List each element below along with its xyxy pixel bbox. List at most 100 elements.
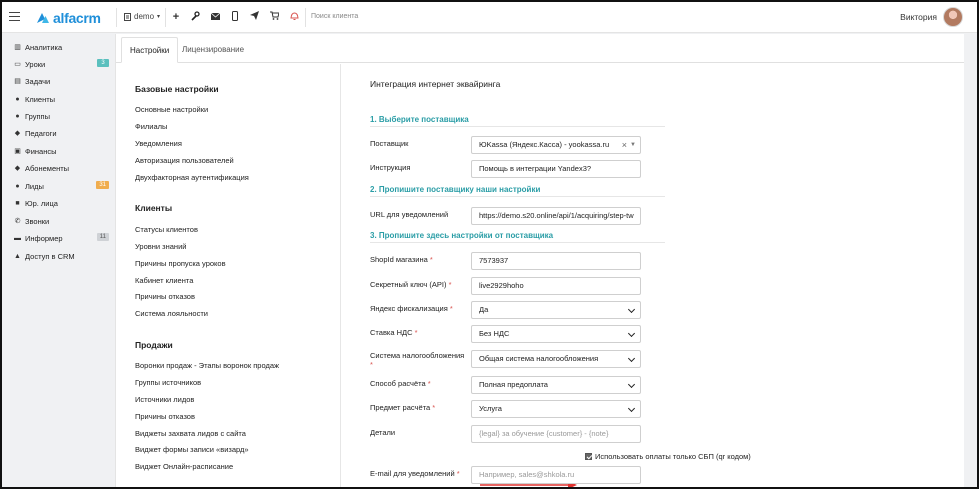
- clear-icon[interactable]: ×: [622, 137, 627, 153]
- money-icon: ▣: [14, 148, 21, 155]
- sidebar-item-label: Уроки: [25, 59, 46, 69]
- branch-selector[interactable]: demo ▾: [124, 12, 160, 21]
- nav-link[interactable]: Виджеты захвата лидов с сайта: [135, 429, 246, 438]
- users-icon: ●: [15, 112, 20, 120]
- checkbox-checked-icon[interactable]: [585, 453, 592, 460]
- sidebar-item-lessons[interactable]: ▭ Уроки 3: [13, 57, 110, 71]
- notification-url-field[interactable]: https://demo.s20.online/api/1/acquiring/…: [471, 207, 641, 225]
- user-name: Виктория: [900, 12, 937, 22]
- payment-method-label: Способ расчёта *: [370, 379, 431, 388]
- nav-link[interactable]: Виджет Онлайн-расписание: [135, 462, 233, 471]
- shop-id-field[interactable]: 7573937: [471, 252, 641, 270]
- sidebar-item-crm-access[interactable]: ▲ Доступ в CRM: [13, 249, 110, 263]
- vat-rate-label: Ставка НДС *: [370, 328, 418, 337]
- sidebar-item-label: Лиды: [25, 181, 44, 191]
- lessons-count-badge: 3: [97, 59, 109, 67]
- nav-link[interactable]: Основные настройки: [135, 105, 208, 114]
- mail-icon[interactable]: [209, 11, 221, 23]
- nav-link[interactable]: Источники лидов: [135, 395, 194, 404]
- phone-icon: ✆: [14, 218, 21, 225]
- send-icon[interactable]: [248, 11, 260, 23]
- branch-icon: [124, 12, 131, 21]
- tax-system-label: Система налогообложения *: [370, 351, 465, 369]
- leads-count-badge: 31: [96, 181, 109, 189]
- sidebar-item-legal-entities[interactable]: ■ Юр. лица: [13, 196, 110, 210]
- nav-link[interactable]: Статусы клиентов: [135, 225, 198, 234]
- sidebar-item-label: Аналитика: [25, 42, 63, 52]
- payment-subject-select[interactable]: Услуга: [471, 400, 641, 418]
- user-icon: ●: [15, 95, 20, 103]
- chevron-down-icon: ▾: [157, 14, 161, 20]
- bar-chart-icon: ▥: [14, 44, 21, 51]
- nav-link[interactable]: Филиалы: [135, 122, 167, 131]
- instruction-field[interactable]: Помощь в интеграции Yandex3?: [471, 160, 641, 178]
- alfacrm-logo-icon: [37, 13, 49, 23]
- nav-link[interactable]: Кабинет клиента: [135, 276, 193, 285]
- client-search-input[interactable]: Поиск клиента: [311, 13, 358, 20]
- sidebar-item-informer[interactable]: ▬ Информер 11: [13, 231, 110, 245]
- sidebar-item-teachers[interactable]: ◆ Педагоги: [13, 126, 110, 140]
- nav-link[interactable]: Уведомления: [135, 139, 182, 148]
- tag-icon: ◆: [14, 165, 21, 172]
- nav-link[interactable]: Система лояльности: [135, 309, 208, 318]
- sbp-only-checkbox[interactable]: Использовать оплаты только СБП (qr кодом…: [585, 452, 751, 461]
- sidebar-item-label: Педагоги: [25, 128, 57, 138]
- cart-icon[interactable]: [268, 11, 280, 23]
- user-plus-icon: ●: [15, 182, 20, 190]
- tab-settings[interactable]: Настройки: [121, 37, 179, 63]
- bell-icon[interactable]: [288, 11, 300, 23]
- divider: [165, 8, 166, 27]
- logo[interactable]: alfacrm: [36, 9, 101, 27]
- branch-name: demo: [134, 12, 155, 21]
- details-field[interactable]: {legal} за обучение {customer} - {note}: [471, 425, 641, 443]
- provider-select[interactable]: ЮKassa (Яндекс.Касса) - yookassa.ru × ▼: [471, 136, 641, 154]
- app-window: alfacrm demo ▾ + Поиск клиента Виктория …: [0, 0, 979, 489]
- nav-link[interactable]: Причины отказов: [135, 412, 195, 421]
- wrench-icon[interactable]: [189, 11, 201, 23]
- nav-link[interactable]: Двухфакторная аутентификация: [135, 173, 249, 182]
- top-bar: alfacrm demo ▾ + Поиск клиента Виктория: [2, 2, 977, 33]
- sidebar-item-label: Финансы: [25, 146, 57, 156]
- informer-count-badge: 11: [96, 233, 109, 241]
- nav-link[interactable]: Причины отказов: [135, 292, 195, 301]
- nav-link[interactable]: Уровни знаний: [135, 242, 186, 251]
- payment-subject-label: Предмет расчёта *: [370, 403, 436, 412]
- nav-link[interactable]: Причины пропуска уроков: [135, 259, 226, 268]
- notification-email-field[interactable]: Например, sales@shkola.ru: [471, 466, 641, 484]
- user-menu[interactable]: Виктория: [900, 7, 963, 27]
- nav-link[interactable]: Авторизация пользователей: [135, 156, 234, 165]
- tax-system-select[interactable]: Общая система налогообложения: [471, 350, 641, 368]
- sidebar-item-label: Звонки: [25, 216, 50, 226]
- plus-icon[interactable]: +: [170, 11, 182, 23]
- fiscalization-label: Яндекс фискализация *: [370, 304, 453, 313]
- avatar: [943, 7, 963, 27]
- fiscalization-select[interactable]: Да: [471, 301, 641, 319]
- menu-icon[interactable]: [9, 12, 20, 21]
- email-label: E-mail для уведомлений *: [370, 469, 460, 478]
- sidebar-item-calls[interactable]: ✆ Звонки: [13, 214, 110, 228]
- phone-icon[interactable]: [229, 11, 241, 23]
- sidebar-item-finance[interactable]: ▣ Финансы: [13, 144, 110, 158]
- sidebar-item-tasks[interactable]: ▤ Задачи: [13, 74, 110, 88]
- nav-link[interactable]: Группы источников: [135, 378, 201, 387]
- sidebar-item-label: Юр. лица: [25, 198, 58, 208]
- tab-bar: Настройки Лицензирование: [116, 34, 965, 63]
- acquiring-form: Интеграция интернет эквайринга 1. Выбери…: [342, 64, 965, 487]
- tab-licensing[interactable]: Лицензирование: [174, 37, 252, 63]
- payment-method-select[interactable]: Полная предоплата: [471, 376, 641, 394]
- sidebar-item-groups[interactable]: ● Группы: [13, 109, 110, 123]
- secret-key-field[interactable]: live2929hoho: [471, 277, 641, 295]
- graduation-cap-icon: ◆: [14, 130, 21, 137]
- sidebar-item-leads[interactable]: ● Лиды 31: [13, 179, 110, 193]
- nav-link[interactable]: Воронки продаж - Этапы воронок продаж: [135, 361, 279, 370]
- sidebar-item-clients[interactable]: ● Клиенты: [13, 92, 110, 106]
- vat-rate-select[interactable]: Без НДС: [471, 325, 641, 343]
- nav-link[interactable]: Виджет формы записи «визард»: [135, 445, 249, 454]
- sidebar-item-analytics[interactable]: ▥ Аналитика: [13, 40, 110, 54]
- section-title-sales: Продажи: [135, 340, 173, 350]
- provider-label: Поставщик: [370, 139, 409, 148]
- secret-key-label: Секретный ключ (API) *: [370, 280, 452, 289]
- calendar-icon: ▭: [14, 61, 21, 68]
- briefcase-icon: ■: [15, 199, 20, 207]
- sidebar-item-subscriptions[interactable]: ◆ Абонементы: [13, 161, 110, 175]
